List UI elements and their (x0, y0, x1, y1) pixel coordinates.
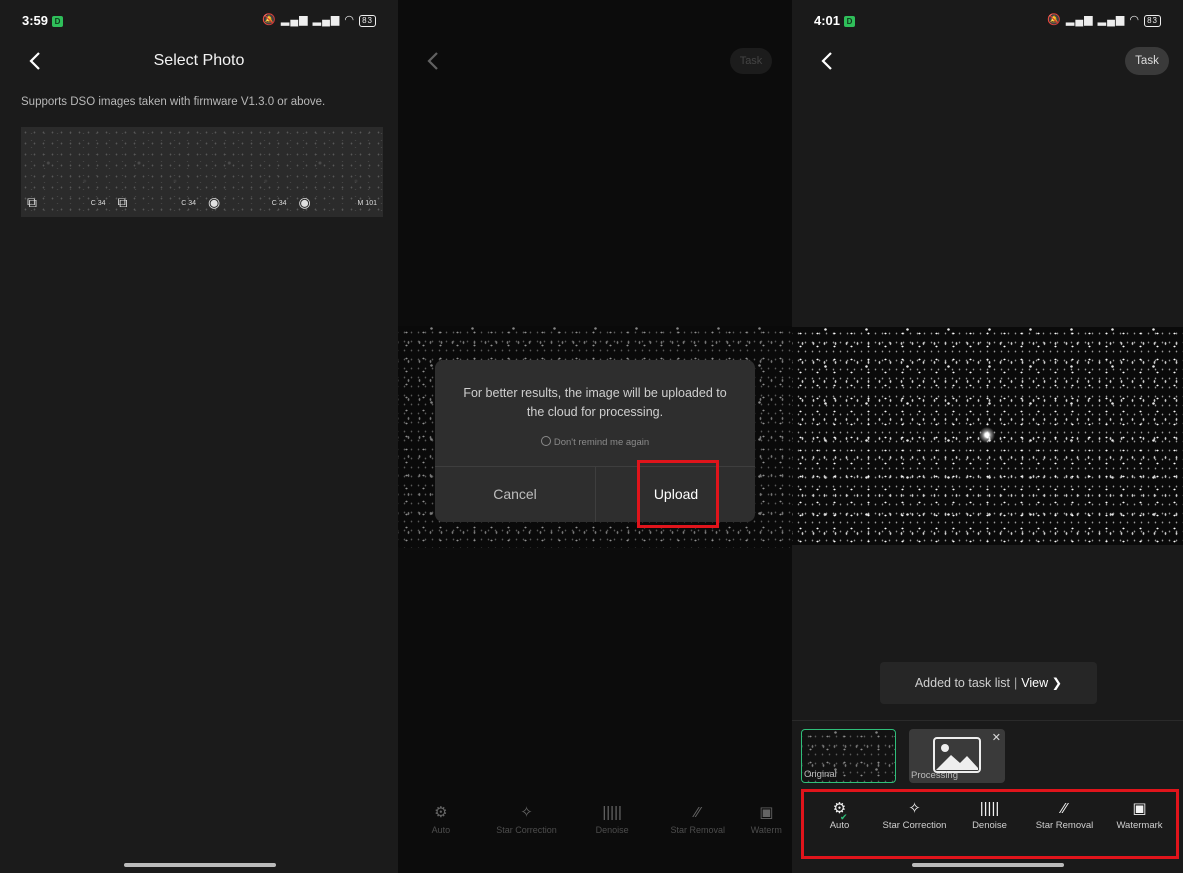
tool-watermark[interactable]: ▣ Waterm (741, 792, 792, 873)
tool-watermark[interactable]: ▣ Watermark (1102, 790, 1177, 856)
photo-thumbnail[interactable]: ⧉ C 34 (21, 127, 112, 217)
photo-thumbnail[interactable]: ◉ C 34 (202, 127, 293, 217)
target-icon: ◉ (298, 194, 311, 210)
photo-target-label: C 34 (90, 200, 106, 207)
radio-icon (540, 436, 551, 446)
tool-star-removal[interactable]: ⁄⁄ Star Removal (1027, 790, 1102, 856)
dialog-message: For better results, the image will be up… (463, 386, 727, 419)
task-button[interactable]: Task (730, 48, 772, 74)
toast-text: Added to task list (914, 676, 1011, 690)
status-icons: 🔕 ▂▄▆ ▂▄▆ ◠ 83 (1047, 13, 1161, 27)
check-icon: ✔ (840, 812, 848, 822)
view-link[interactable]: View ❯ (1021, 676, 1062, 690)
app-badge: D (844, 16, 856, 27)
stack-icon: ⧉ (27, 194, 37, 210)
close-icon[interactable]: ✕ (992, 731, 1001, 744)
target-icon: ◉ (208, 194, 221, 210)
tool-denoise[interactable]: ||||| Denoise (952, 790, 1027, 856)
back-button[interactable] (424, 50, 444, 72)
waveform-icon: ||||| (602, 804, 622, 821)
tool-star-correction[interactable]: ✧ Star Correction (484, 792, 570, 873)
waveform-icon: ||||| (979, 800, 1000, 817)
sparkle-icon: ✧ (520, 804, 533, 821)
photo-thumbnail[interactable]: ⧉ C 34 (111, 127, 202, 217)
photo-target-label: M 101 (357, 200, 377, 207)
status-bar: 3:59 D 🔕 ▂▄▆ ▂▄▆ ◠ 83 (22, 10, 376, 30)
status-time: 3:59 (22, 13, 49, 28)
photo-target-label: C 34 (181, 200, 196, 207)
astro-image (792, 327, 1183, 545)
chevron-left-icon (427, 52, 438, 70)
select-photo-screen: 3:59 D 🔕 ▂▄▆ ▂▄▆ ◠ 83 Select Photo Suppor… (0, 0, 398, 873)
tool-star-correction[interactable]: ✧ Star Correction (877, 790, 952, 856)
toast-separator: | (1014, 676, 1018, 690)
photo-thumbnail[interactable]: ◉ M 101 (292, 127, 383, 217)
upload-dialog: For better results, the image will be up… (435, 360, 756, 528)
gear-icon: ⚙ (434, 804, 448, 821)
task-toast: Added to task list | View ❯ (880, 662, 1097, 704)
cancel-button[interactable]: Cancel (435, 467, 595, 522)
status-bar: 4:01 D 🔕 ▂▄▆ ▂▄▆ ◠ 83 (814, 10, 1161, 30)
upload-confirm-screen: Task For better results, the image will … (398, 0, 792, 873)
home-indicator (124, 863, 276, 867)
chevron-left-icon (821, 52, 832, 70)
firmware-note: Supports DSO images taken with firmware … (21, 96, 326, 108)
wand-icon: ⁄⁄ (1061, 800, 1067, 817)
task-button[interactable]: Task (1125, 47, 1169, 75)
processing-screen: 4:01 D 🔕 ▂▄▆ ▂▄▆ ◠ 83 Task Added to task … (792, 0, 1183, 873)
home-indicator (912, 863, 1064, 867)
app-badge: D (52, 16, 64, 27)
chevron-right-icon: ❯ (1051, 676, 1063, 690)
image-icon: ▣ (759, 804, 774, 821)
version-label: Processing (911, 770, 958, 781)
upload-button[interactable]: Upload (596, 467, 756, 522)
tool-denoise[interactable]: ||||| Denoise (569, 792, 655, 873)
image-icon: ▣ (1132, 800, 1147, 817)
image-placeholder-icon (933, 737, 981, 773)
edit-toolbar: ⚙ ✔ Auto ✧ Star Correction ||||| Denoise ⁄⁄ S… (802, 790, 1177, 856)
version-processing[interactable]: ✕ Processing (909, 729, 1005, 783)
photo-target-label: C 34 (271, 200, 287, 207)
version-original[interactable]: Original (801, 729, 896, 783)
battery-icon: 83 (1144, 15, 1161, 27)
bright-star (979, 427, 995, 443)
edit-toolbar: ⚙ Auto ✧ Star Correction ||||| Denoise ⁄⁄ St… (398, 792, 792, 873)
page-title: Select Photo (153, 52, 245, 69)
tool-star-removal[interactable]: ⁄⁄ Star Removal (655, 792, 741, 873)
tool-auto[interactable]: ⚙ Auto (398, 792, 484, 873)
dont-remind-label: Don't remind me again (553, 437, 650, 448)
dont-remind-option[interactable]: Don't remind me again (435, 436, 755, 448)
tool-auto[interactable]: ⚙ ✔ Auto (802, 790, 877, 856)
status-icons: 🔕 ▂▄▆ ▂▄▆ ◠ 83 (262, 13, 376, 27)
sparkle-icon: ✧ (908, 800, 921, 817)
battery-icon: 83 (359, 15, 376, 27)
back-button[interactable] (818, 50, 838, 72)
wand-icon: ⁄⁄ (695, 804, 701, 821)
version-label: Original (804, 769, 837, 780)
photo-grid: ⧉ C 34 ⧉ C 34 ◉ C 34 ◉ M 101 (21, 127, 383, 217)
divider (792, 720, 1183, 721)
status-time: 4:01 (814, 13, 841, 28)
stack-icon: ⧉ (117, 194, 128, 210)
